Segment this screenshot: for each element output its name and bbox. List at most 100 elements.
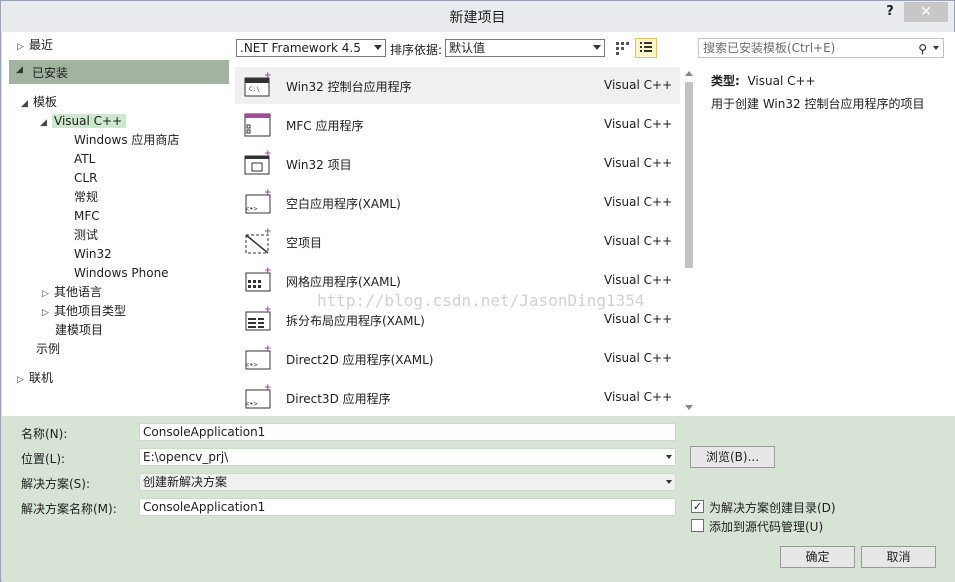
scroll-up-icon[interactable]: [685, 71, 693, 76]
framework-value: .NET Framework 4.5: [240, 41, 361, 55]
expand-arrow-icon: ▷: [17, 375, 24, 385]
template-row-direct2d[interactable]: <•> ++ Direct2D 应用程序(XAML) Visual C++: [235, 340, 680, 377]
svg-text:++: ++: [264, 188, 272, 198]
scrollbar-thumb[interactable]: [685, 82, 693, 268]
solution-name-input[interactable]: ConsoleApplication1: [139, 498, 676, 516]
tree-item-clr[interactable]: CLR: [74, 169, 97, 188]
search-templates-input[interactable]: 搜索已安装模板(Ctrl+E) ⚲: [698, 38, 944, 58]
template-row-win32-project[interactable]: ++ Win32 项目 Visual C++: [235, 145, 680, 182]
empty-project-icon: ++: [245, 227, 272, 254]
template-row-blank-xaml[interactable]: <•> ++ 空白应用程序(XAML) Visual C++: [235, 184, 680, 221]
template-name: 空项目: [286, 236, 323, 250]
tree-label: 模板: [33, 95, 58, 109]
grid-view-icon: [616, 42, 629, 55]
tree-label: 其他项目类型: [54, 304, 127, 318]
tree-item-recent[interactable]: ▷ 最近: [17, 36, 53, 55]
tree-item-templates[interactable]: ◢ 模板: [21, 93, 57, 112]
tree-item-installed[interactable]: 已安装 ◢: [9, 60, 229, 84]
small-icons-view-button[interactable]: [611, 38, 633, 58]
cancel-button[interactable]: 取消: [861, 546, 936, 568]
tree-item-samples[interactable]: 示例: [36, 340, 60, 359]
tree-label: 已安装: [32, 66, 69, 80]
framework-select[interactable]: .NET Framework 4.5: [236, 39, 386, 57]
type-label: 类型:: [711, 74, 740, 88]
chevron-down-icon: [593, 45, 601, 50]
tree-item-windows-phone[interactable]: Windows Phone: [74, 264, 169, 283]
template-row-mfc[interactable]: MFC 应用程序 Visual C++: [235, 106, 680, 143]
tree-item-general[interactable]: 常规: [74, 188, 98, 207]
chevron-down-icon[interactable]: [933, 46, 939, 50]
ok-button[interactable]: 确定: [780, 546, 855, 568]
template-name: Win32 项目: [286, 158, 352, 172]
title-bar: 新建项目 ? ✕: [1, 1, 954, 32]
dialog-title: 新建项目: [449, 10, 506, 26]
add-to-source-control-label: 添加到源代码管理(U): [709, 520, 824, 534]
console-app-icon: C:\ ++: [244, 71, 272, 97]
help-button[interactable]: ?: [879, 4, 901, 24]
add-to-source-control-checkbox[interactable]: [691, 519, 704, 532]
tree-item-other-languages[interactable]: ▷ 其他语言: [42, 283, 102, 302]
tree-item-windows-store[interactable]: Windows 应用商店: [74, 131, 179, 150]
svg-text:++: ++: [264, 266, 272, 276]
template-list-scrollbar[interactable]: [682, 67, 696, 415]
close-button[interactable]: ✕: [904, 2, 948, 22]
solution-select[interactable]: 创建新解决方案: [139, 473, 676, 491]
template-language: Visual C++: [604, 273, 673, 287]
template-name: 网格应用程序(XAML): [286, 275, 401, 289]
search-icon[interactable]: ⚲: [918, 40, 927, 58]
blank-xaml-app-icon: <•> ++: [245, 188, 272, 214]
svg-text:C:\: C:\: [249, 86, 260, 93]
type-value: Visual C++: [747, 74, 816, 88]
template-name: Win32 控制台应用程序: [286, 80, 412, 94]
template-row-win32-console[interactable]: C:\ ++ Win32 控制台应用程序 Visual C++: [235, 67, 680, 104]
expand-arrow-icon: ▷: [42, 308, 49, 318]
tree-item-other-project-types[interactable]: ▷ 其他项目类型: [42, 302, 126, 321]
create-directory-label: 为解决方案创建目录(D): [709, 501, 836, 515]
tree-label: Visual C++: [52, 114, 127, 128]
svg-text:++: ++: [264, 305, 272, 315]
template-language: Visual C++: [604, 351, 673, 365]
list-view-icon: [640, 42, 652, 52]
create-directory-checkbox[interactable]: ✓: [691, 500, 704, 513]
location-label: 位置(L):: [21, 452, 66, 466]
split-xaml-app-icon: ++: [245, 305, 272, 331]
browse-button[interactable]: 浏览(B)...: [690, 446, 775, 468]
svg-text:++: ++: [264, 149, 272, 159]
template-name: MFC 应用程序: [286, 119, 364, 133]
template-language: Visual C++: [604, 117, 673, 131]
tree-item-atl[interactable]: ATL: [74, 150, 95, 169]
template-language: Visual C++: [604, 78, 673, 92]
tree-item-win32[interactable]: Win32: [74, 245, 112, 264]
chevron-down-icon[interactable]: [666, 455, 672, 459]
chevron-down-icon[interactable]: [666, 480, 672, 484]
scroll-down-icon[interactable]: [685, 405, 693, 410]
tree-item-mfc[interactable]: MFC: [74, 207, 100, 226]
template-language: Visual C++: [604, 390, 673, 404]
location-value: E:\opencv_prj\: [143, 450, 229, 464]
template-row-direct3d[interactable]: <•> ++ Direct3D 应用程序 Visual C++: [235, 379, 680, 416]
grid-xaml-app-icon: ++: [245, 266, 272, 292]
svg-text:<•>: <•>: [245, 400, 258, 408]
project-name-input[interactable]: ConsoleApplication1: [139, 423, 676, 441]
expand-arrow-icon: ▷: [17, 42, 24, 52]
template-name: Direct2D 应用程序(XAML): [286, 353, 434, 367]
direct2d-app-icon: <•> ++: [245, 344, 272, 370]
tree-item-modeling-projects[interactable]: 建模项目: [55, 321, 103, 340]
solution-name-label: 解决方案名称(M):: [21, 502, 117, 516]
list-view-button[interactable]: [635, 38, 657, 58]
tree-item-test[interactable]: 测试: [74, 226, 98, 245]
solution-value: 创建新解决方案: [143, 475, 228, 489]
name-label: 名称(N):: [21, 427, 68, 441]
svg-text:++: ++: [264, 227, 272, 237]
template-list: C:\ ++ Win32 控制台应用程序 Visual C++ MFC 应用程序…: [235, 67, 682, 415]
sort-select[interactable]: 默认值: [445, 39, 605, 57]
tree-item-visual-cpp[interactable]: ◢ Visual C++: [40, 112, 127, 131]
location-combo[interactable]: E:\opencv_prj\: [139, 448, 676, 466]
template-language: Visual C++: [604, 195, 673, 209]
template-row-empty-project[interactable]: ++ 空项目 Visual C++: [235, 223, 680, 260]
template-description: 用于创建 Win32 控制台应用程序的项目: [711, 97, 925, 111]
template-details-panel: 类型: Visual C++ 用于创建 Win32 控制台应用程序的项目: [699, 67, 948, 415]
svg-text:<•>: <•>: [245, 361, 258, 369]
tree-item-online[interactable]: ▷ 联机: [17, 369, 53, 388]
win32-project-icon: ++: [244, 149, 272, 175]
